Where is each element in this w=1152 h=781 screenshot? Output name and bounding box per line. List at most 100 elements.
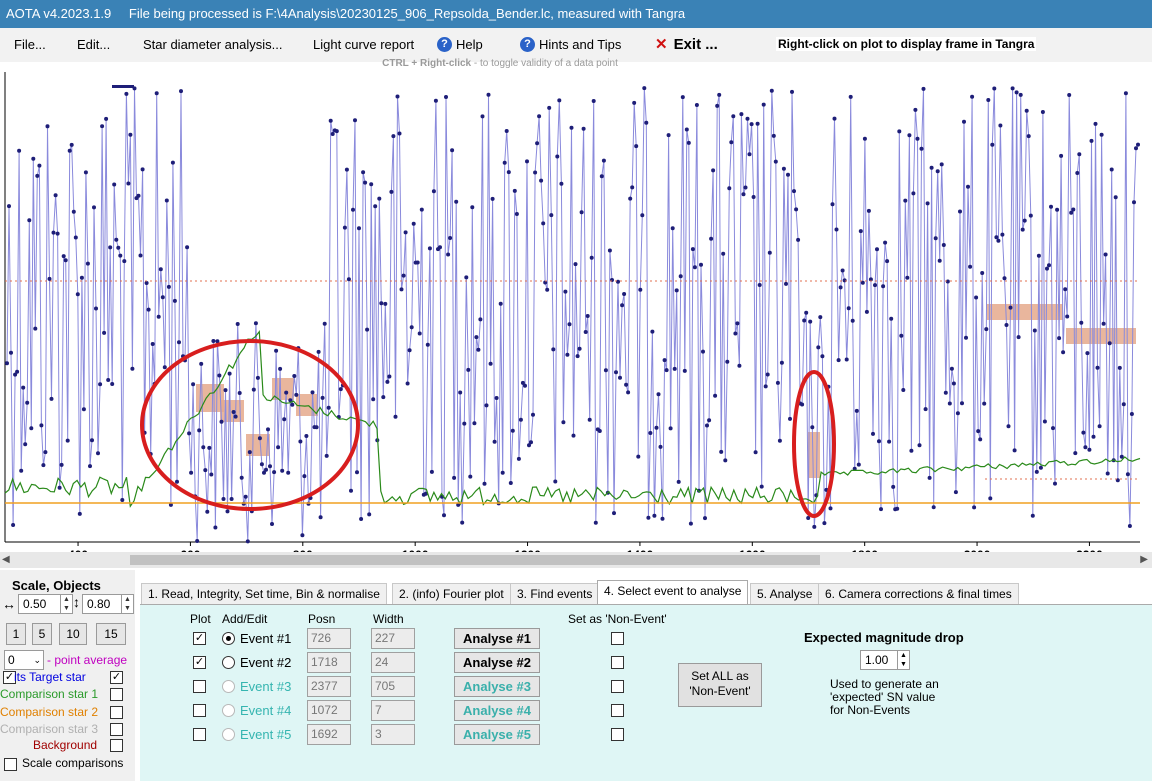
target-star-checkbox[interactable]: ✓: [110, 671, 123, 684]
event-2-width[interactable]: 24: [371, 652, 415, 673]
tab-find-events[interactable]: 3. Find events: [510, 583, 600, 604]
scroll-left-icon[interactable]: ◀: [2, 554, 10, 565]
point-button-5[interactable]: 5: [32, 623, 52, 645]
plot-horizontal-scrollbar[interactable]: ◀ ▶: [0, 552, 1152, 568]
y-scale-input[interactable]: 0.80 ▲ ▼: [82, 594, 134, 614]
event-1-radio[interactable]: [222, 632, 235, 645]
data-point: [723, 458, 728, 463]
data-point: [986, 98, 991, 102]
event-1-width[interactable]: 227: [371, 628, 415, 649]
tab-analyse[interactable]: 5. Analyse: [750, 583, 820, 604]
menu-edit[interactable]: Edit...: [77, 37, 110, 52]
data-point: [674, 288, 679, 293]
data-point: [692, 265, 697, 270]
set-all-non-event-button[interactable]: Set ALL as 'Non-Event': [678, 663, 762, 707]
data-point: [601, 158, 606, 163]
event-4-plot-checkbox[interactable]: [193, 704, 206, 717]
analyse-3-button[interactable]: Analyse #3: [454, 676, 540, 697]
data-point: [114, 237, 119, 242]
event-2-plot-checkbox[interactable]: ✓: [193, 656, 206, 669]
menu-hints[interactable]: ? Hints and Tips: [520, 37, 621, 52]
comparison-star-2-checkbox[interactable]: [110, 706, 123, 719]
event-5-width-value: 3: [375, 727, 382, 741]
data-point: [438, 245, 442, 250]
event-1-non-event-checkbox[interactable]: [611, 632, 624, 645]
menu-exit[interactable]: ✕ Exit ...: [655, 35, 718, 54]
data-point: [790, 89, 794, 94]
scrollbar-thumb[interactable]: [130, 555, 820, 565]
tab-read-integrity[interactable]: 1. Read, Integrity, Set time, Bin & norm…: [141, 583, 387, 604]
tab-fourier-plot[interactable]: 2. (info) Fourier plot: [392, 583, 511, 604]
event-4-width[interactable]: 7: [371, 700, 415, 721]
analyse-1-button[interactable]: Analyse #1: [454, 628, 540, 649]
data-point: [266, 427, 270, 432]
data-point: [108, 245, 113, 250]
event-1-posn[interactable]: 726: [307, 628, 351, 649]
event-3-width[interactable]: 705: [371, 676, 415, 697]
event-2-posn[interactable]: 1718: [307, 652, 351, 673]
event-3-posn[interactable]: 2377: [307, 676, 351, 697]
data-point: [571, 433, 576, 438]
expected-magnitude-spinner[interactable]: ▲ ▼: [897, 651, 909, 669]
event-5-width[interactable]: 3: [371, 724, 415, 745]
x-scale-input[interactable]: 0.50 ▲ ▼: [18, 594, 73, 614]
data-point: [1012, 448, 1017, 453]
comparison-star-3-checkbox[interactable]: [110, 723, 123, 736]
event-5-posn[interactable]: 1692: [307, 724, 351, 745]
event-5-non-event-checkbox[interactable]: [611, 728, 624, 741]
data-point: [92, 205, 96, 210]
comparison-star-1-checkbox[interactable]: [110, 688, 123, 701]
menu-help[interactable]: ? Help: [437, 37, 483, 52]
background-checkbox[interactable]: [110, 739, 123, 752]
menu-file[interactable]: File...: [14, 37, 46, 52]
event-3-non-event-checkbox[interactable]: [611, 680, 624, 693]
scale-comparisons-checkbox[interactable]: [4, 758, 17, 771]
event-5-radio[interactable]: [222, 728, 235, 741]
y-scale-spinner[interactable]: ▲ ▼: [121, 595, 133, 613]
event-5-plot-checkbox[interactable]: [193, 728, 206, 741]
analyse-2-button[interactable]: Analyse #2: [454, 652, 540, 673]
event-3-plot-checkbox[interactable]: [193, 680, 206, 693]
menu-star-diameter[interactable]: Star diameter analysis...: [143, 37, 282, 52]
data-point: [373, 204, 378, 209]
data-point: [676, 479, 681, 484]
data-point: [998, 123, 1003, 128]
point-average-select[interactable]: 0 ⌄: [4, 650, 44, 670]
data-point: [881, 284, 886, 289]
vertical-scale-icon: ↕: [73, 594, 80, 610]
data-point: [982, 401, 987, 406]
light-curve-plot[interactable]: 4006008001000120014001600180020002200: [0, 72, 1152, 552]
point-button-1[interactable]: 1: [6, 623, 26, 645]
event-1-plot-checkbox[interactable]: ✓: [193, 632, 206, 645]
tab-select-event[interactable]: 4. Select event to analyse: [597, 580, 749, 604]
data-point: [1032, 328, 1037, 333]
data-point: [915, 136, 920, 141]
data-point: [846, 306, 851, 311]
data-point: [81, 407, 86, 412]
data-point: [1018, 92, 1023, 97]
point-button-15[interactable]: 15: [96, 623, 126, 645]
x-scale-spinner[interactable]: ▲ ▼: [60, 595, 72, 613]
event-4-posn[interactable]: 1072: [307, 700, 351, 721]
event-4-non-event-checkbox[interactable]: [611, 704, 624, 717]
expected-magnitude-drop-input[interactable]: 1.00 ▲ ▼: [860, 650, 910, 670]
event-2-radio[interactable]: [222, 656, 235, 669]
data-point: [585, 314, 590, 318]
data-point: [804, 310, 809, 315]
tab-camera-corrections[interactable]: 6. Camera corrections & final times: [818, 583, 1019, 604]
data-point: [541, 221, 546, 226]
data-point: [962, 119, 966, 124]
event-3-radio[interactable]: [222, 680, 235, 693]
event-2-non-event-checkbox[interactable]: [611, 656, 624, 669]
ctrl-click-hint: CTRL + Right-click - to toggle validity …: [0, 58, 1000, 69]
data-point: [466, 367, 471, 372]
data-point: [57, 485, 62, 490]
analyse-4-button[interactable]: Analyse #4: [454, 700, 540, 721]
analyse-5-button[interactable]: Analyse #5: [454, 724, 540, 745]
point-button-10[interactable]: 10: [59, 623, 87, 645]
data-point: [850, 318, 855, 323]
menu-light-curve-report[interactable]: Light curve report: [313, 37, 414, 52]
scroll-right-icon[interactable]: ▶: [1140, 554, 1148, 565]
event-4-radio[interactable]: [222, 704, 235, 717]
data-point: [828, 506, 833, 511]
